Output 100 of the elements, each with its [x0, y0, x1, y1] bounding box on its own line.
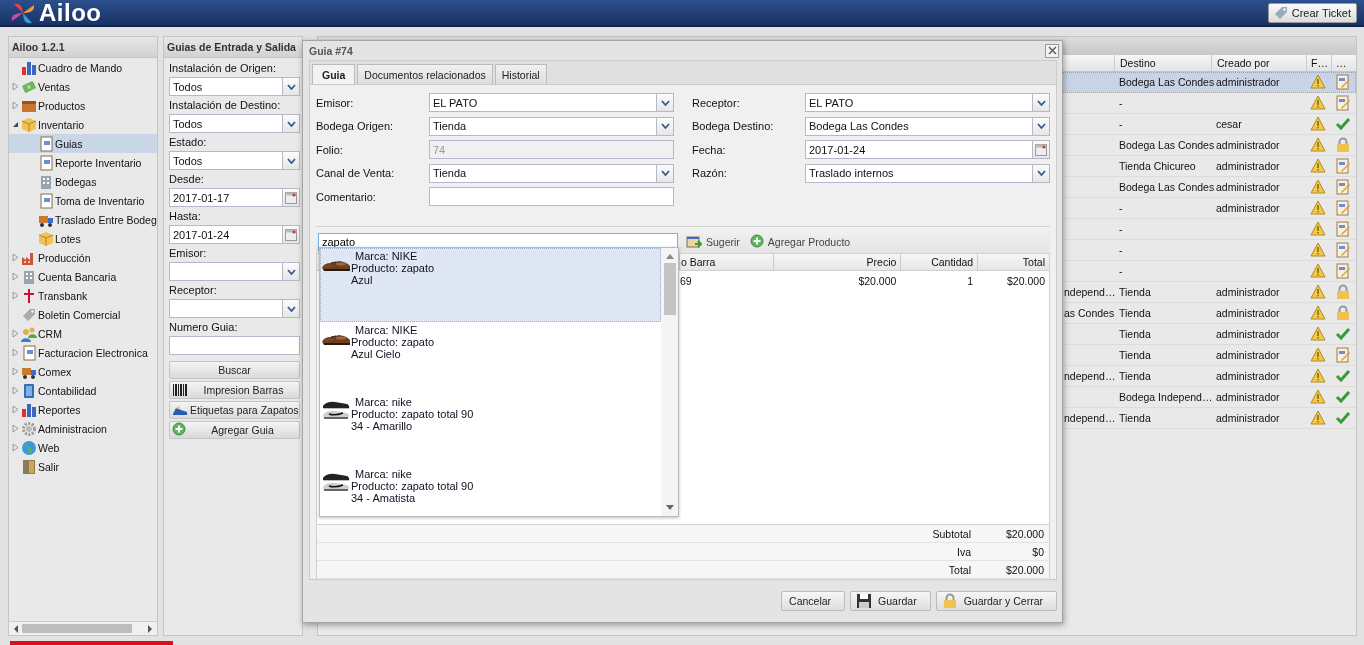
table-cell-text: -	[1118, 201, 1124, 216]
building-icon	[21, 268, 37, 285]
tree-item[interactable]: Boletin Comercial	[9, 305, 157, 324]
scroll-right-icon	[147, 624, 153, 633]
column-header[interactable]: …	[1331, 55, 1356, 71]
scrollbar-thumb[interactable]	[663, 263, 676, 315]
tree-item[interactable]: Cuadro de Mando	[9, 58, 157, 77]
tag-icon	[1273, 5, 1288, 20]
warning-icon	[1310, 305, 1326, 321]
date-field[interactable]: 2017-01-24	[805, 140, 1050, 160]
tree-item[interactable]: Comex	[9, 362, 157, 381]
tree-item[interactable]: Inventario	[9, 115, 157, 134]
button[interactable]: Impresion Barras	[169, 381, 300, 399]
field-label: Instalación de Origen:	[169, 61, 277, 76]
dropdown-field[interactable]: Todos	[169, 114, 300, 133]
tree-item[interactable]: Ventas	[9, 77, 157, 96]
button[interactable]: Guardar y Cerrar	[935, 591, 1057, 611]
input-field[interactable]	[429, 187, 674, 207]
caret-icon	[1036, 123, 1046, 130]
tree-item[interactable]: Toma de Inventario	[9, 191, 157, 210]
dropdown-field[interactable]: EL PATO	[429, 93, 674, 113]
scrollbar[interactable]	[661, 248, 678, 516]
caret-icon	[286, 120, 296, 127]
input-field[interactable]	[169, 336, 300, 355]
close-icon	[1047, 46, 1057, 55]
close-button[interactable]	[1045, 43, 1059, 58]
date-field[interactable]: 2017-01-17	[169, 188, 300, 207]
dropdown-field[interactable]: Tienda	[429, 116, 674, 136]
tag-icon	[21, 306, 37, 323]
field-label: Folio:	[316, 143, 344, 156]
caret-icon	[660, 99, 670, 106]
date-field[interactable]: 2017-01-24	[169, 225, 300, 244]
button[interactable]: Crear Ticket	[1267, 2, 1357, 23]
column-header[interactable]: Precio	[772, 254, 901, 270]
window-title: Guia #74	[309, 44, 353, 57]
total-value: $0	[1031, 545, 1045, 558]
column-header[interactable]: F…	[1306, 55, 1331, 71]
caret-icon	[660, 123, 670, 130]
tree-item[interactable]: Administracion	[9, 419, 157, 438]
dropdown-field[interactable]: Traslado internos	[805, 163, 1050, 183]
pinwheel-logo-icon	[10, 1, 36, 24]
gear-icon	[21, 420, 37, 437]
button[interactable]: Sugerir	[684, 234, 742, 250]
table-cell-text: administrador	[1215, 201, 1281, 216]
field-label: Canal de Venta:	[316, 167, 396, 180]
tree-item[interactable]: Cuenta Bancaria	[9, 267, 157, 286]
suggestion-item[interactable]: Marca: nike Producto: zapato total 90 34 - Amarillo	[320, 394, 661, 466]
dropdown-field[interactable]	[169, 299, 300, 318]
column-header[interactable]: Destino	[1114, 55, 1211, 71]
tree-item[interactable]: Reportes	[9, 400, 157, 419]
dropdown-field[interactable]: Todos	[169, 151, 300, 170]
button[interactable]: Agregar Producto	[747, 234, 853, 250]
button[interactable]: Etiquetas para Zapatos	[169, 401, 300, 419]
tab[interactable]: Documentos relacionados	[357, 64, 493, 85]
tree-item[interactable]: Facturacion Electronica	[9, 343, 157, 362]
total-label: Total	[948, 563, 972, 576]
table-cell-text: -	[1118, 222, 1124, 237]
table-cell-text: administrador	[1215, 411, 1281, 426]
tree-item[interactable]: Salir	[9, 457, 157, 476]
tree-item[interactable]: Bodegas	[9, 172, 157, 191]
tree-item[interactable]: Traslado Entre Bodeg	[9, 210, 157, 229]
suggestion-item[interactable]: Marca: NIKE Producto: zapato Azul	[320, 248, 661, 322]
dropdown-field[interactable]	[169, 262, 300, 281]
checkmark-icon	[1335, 326, 1351, 342]
column-header[interactable]: Total	[977, 254, 1049, 270]
button[interactable]: Cancelar	[781, 591, 846, 611]
tree-item[interactable]: Productos	[9, 96, 157, 115]
tab[interactable]: Historial	[494, 64, 547, 85]
button[interactable]: Guardar	[850, 591, 931, 611]
scroll-down-icon	[665, 505, 674, 510]
button[interactable]: Agregar Guia	[169, 421, 300, 439]
tree-item[interactable]: Reporte Inventario	[9, 153, 157, 172]
scrollbar-thumb[interactable]	[22, 624, 132, 633]
tree-item[interactable]: Guias	[9, 134, 157, 153]
tree-item[interactable]: Transbank	[9, 286, 157, 305]
tree-item[interactable]: Web	[9, 438, 157, 457]
dropdown-field[interactable]: EL PATO	[805, 93, 1050, 113]
table-cell-text: -	[1118, 264, 1124, 279]
button[interactable]: Buscar	[169, 361, 300, 379]
door-icon	[21, 458, 37, 475]
tree-item[interactable]: Contabilidad	[9, 381, 157, 400]
document-pencil-icon	[1335, 200, 1351, 216]
table-cell-text: Tienda	[1118, 327, 1152, 342]
tree-item[interactable]: Producción	[9, 248, 157, 267]
table-cell-text: -	[1118, 243, 1124, 258]
tree-item[interactable]: Lotes	[9, 229, 157, 248]
suggestion-item[interactable]: Marca: NIKE Producto: zapato Azul Cielo	[320, 322, 661, 394]
dropdown-field[interactable]: Todos	[169, 77, 300, 96]
warning-icon	[1310, 347, 1326, 363]
padlock-icon	[1335, 137, 1351, 153]
tab[interactable]: Guia	[312, 64, 356, 85]
column-header[interactable]: Creado por	[1211, 55, 1306, 71]
caret-icon	[286, 157, 296, 164]
column-header[interactable]: Cantidad	[900, 254, 978, 270]
document-pencil-icon	[1335, 347, 1351, 363]
dropdown-field[interactable]: Bodega Las Condes	[805, 116, 1050, 136]
suggestion-item[interactable]: Marca: nike Producto: zapato total 90 34 - Amatista	[320, 466, 661, 516]
scrollbar[interactable]	[9, 621, 157, 635]
tree-item[interactable]: CRM	[9, 324, 157, 343]
dropdown-field[interactable]: Tienda	[429, 163, 674, 183]
